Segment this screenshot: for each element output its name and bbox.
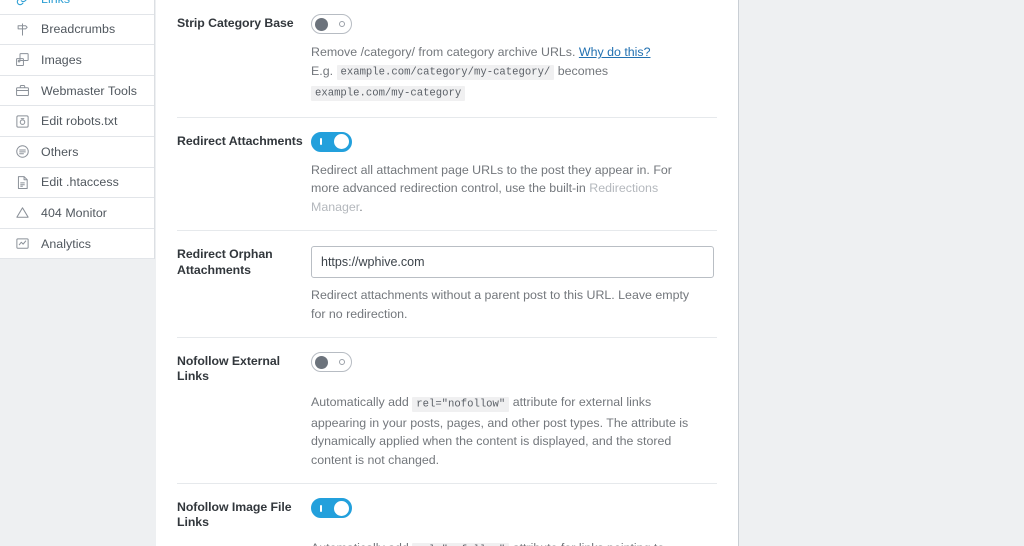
code-example-before: example.com/category/my-category/: [336, 65, 555, 80]
field-description: Automatically add rel="nofollow" attribu…: [311, 530, 703, 546]
code-rel-nofollow: rel="nofollow": [412, 396, 510, 412]
sidebar-item-edit-htaccess[interactable]: Edit .htaccess: [0, 167, 154, 199]
settings-sidebar: Links Breadcrumbs Images: [0, 0, 155, 260]
signpost-icon: [14, 21, 31, 38]
toggle-on-mark-icon: [320, 504, 322, 512]
chart-icon: [14, 235, 31, 252]
sidebar-item-links[interactable]: Links: [0, 0, 154, 15]
sidebar-item-label: Breadcrumbs: [41, 22, 116, 37]
sidebar-item-label: Edit .htaccess: [41, 175, 119, 190]
settings-content-panel: Strip Category Base Remove /category/ fr…: [156, 0, 739, 546]
desc-text-1: Remove /category/ from category archive …: [311, 45, 579, 59]
field-label: Redirect Orphan Attachments: [177, 247, 273, 277]
warning-triangle-icon: [14, 204, 31, 221]
toggle-knob: [334, 134, 349, 149]
toggle-knob: [334, 500, 349, 516]
field-description: Redirect attachments without a parent po…: [311, 288, 690, 321]
desc-text-2: .: [359, 199, 363, 214]
sidebar-item-analytics[interactable]: Analytics: [0, 228, 154, 260]
nofollow-image-file-links-toggle[interactable]: [311, 498, 352, 518]
code-rel-nofollow: rel="nofollow": [412, 542, 510, 546]
toggle-knob: [315, 355, 328, 369]
field-label: Nofollow Image File Links: [177, 500, 292, 529]
toggle-off-mark-icon: [339, 21, 345, 27]
settings-field-list: Strip Category Base Remove /category/ fr…: [156, 0, 738, 546]
sidebar-item-label: Links: [41, 0, 70, 6]
sidebar-item-label: Edit robots.txt: [41, 114, 118, 129]
desc-text-1: Automatically add: [311, 541, 412, 546]
field-description: Automatically add rel="nofollow" attribu…: [311, 384, 703, 483]
sidebar-item-label: Analytics: [41, 236, 92, 251]
strip-category-base-toggle[interactable]: [311, 14, 352, 34]
sidebar-item-others[interactable]: Others: [0, 136, 154, 168]
why-do-this-link[interactable]: Why do this?: [579, 45, 651, 59]
sidebar-item-label: 404 Monitor: [41, 205, 107, 220]
code-example-after: example.com/my-category: [311, 85, 466, 101]
field-redirect-orphan-attachments: Redirect Orphan Attachments Redirect att…: [177, 231, 717, 338]
sidebar-item-breadcrumbs[interactable]: Breadcrumbs: [0, 14, 154, 46]
sidebar-item-webmaster-tools[interactable]: Webmaster Tools: [0, 75, 154, 107]
field-label: Strip Category Base: [177, 16, 294, 30]
images-icon: [14, 51, 31, 68]
field-label: Nofollow External Links: [177, 354, 281, 383]
field-nofollow-external-links: Nofollow External Links Automatically ad…: [177, 338, 717, 484]
field-description: Redirect all attachment page URLs to the…: [311, 152, 703, 231]
field-nofollow-image-file-links: Nofollow Image File Links Automatically …: [177, 484, 717, 546]
sidebar-item-404-monitor[interactable]: 404 Monitor: [0, 198, 154, 229]
field-redirect-attachments: Redirect Attachments Redirect all attach…: [177, 118, 717, 231]
nofollow-external-links-toggle[interactable]: [311, 352, 352, 372]
link-icon: [14, 0, 31, 8]
document-icon: [14, 174, 31, 191]
redirect-orphan-attachments-input[interactable]: [311, 246, 714, 278]
field-label: Redirect Attachments: [177, 133, 303, 148]
toggle-knob: [315, 17, 328, 31]
sidebar-item-images[interactable]: Images: [0, 45, 154, 76]
settings-page: Links Breadcrumbs Images: [0, 0, 1024, 546]
field-strip-category-base: Strip Category Base Remove /category/ fr…: [177, 0, 717, 118]
desc-text-1: Automatically add: [311, 395, 413, 409]
toggle-on-mark-icon: [320, 138, 322, 145]
toggle-off-mark-icon: [339, 359, 345, 365]
sidebar-item-label: Images: [41, 52, 82, 67]
list-circle-icon: [14, 143, 31, 160]
field-description: Remove /category/ from category archive …: [311, 34, 703, 117]
sidebar-item-edit-robots-txt[interactable]: Edit robots.txt: [0, 106, 154, 137]
toolbox-icon: [14, 82, 31, 99]
redirect-attachments-toggle[interactable]: [311, 131, 352, 152]
robot-box-icon: [14, 113, 31, 130]
desc-eg-prefix: E.g.: [311, 63, 334, 78]
desc-becomes: becomes: [557, 63, 609, 78]
sidebar-item-label: Others: [41, 144, 79, 159]
sidebar-item-label: Webmaster Tools: [41, 83, 138, 98]
